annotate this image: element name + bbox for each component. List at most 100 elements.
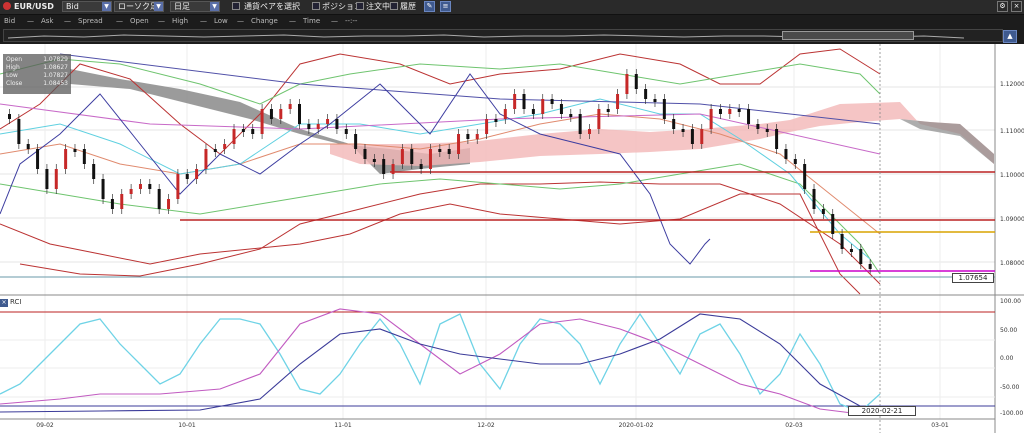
orders-checkbox[interactable] bbox=[356, 2, 364, 10]
candle bbox=[232, 129, 236, 144]
candle bbox=[522, 94, 526, 109]
candle bbox=[840, 234, 844, 249]
candle bbox=[644, 89, 648, 99]
candle bbox=[625, 74, 629, 94]
candle bbox=[45, 169, 49, 189]
close-icon[interactable]: × bbox=[0, 299, 8, 307]
candle bbox=[700, 129, 704, 144]
quote-legend: Bid — Ask — Spread — Open — High — Low — Change — Time… bbox=[0, 15, 1024, 27]
legend-item-time: Time bbox=[303, 17, 321, 25]
navigator-bar[interactable] bbox=[3, 29, 1003, 42]
gear-icon[interactable]: ⚙ bbox=[997, 1, 1008, 12]
date-tick-label: 12-02 bbox=[477, 422, 495, 429]
history-checkbox[interactable] bbox=[390, 2, 398, 10]
close-icon[interactable]: × bbox=[1011, 1, 1022, 12]
candle bbox=[438, 149, 442, 152]
date-tick-label: 2020-01-02 bbox=[618, 422, 654, 429]
ohlc-value: 1.07829 bbox=[43, 56, 68, 63]
legend-item-bid: Bid bbox=[4, 17, 16, 25]
candle bbox=[54, 169, 58, 189]
currency-pair-label[interactable]: EUR/USD bbox=[14, 1, 54, 12]
price-tick-label: 1.12000 bbox=[1000, 81, 1024, 88]
cursor-date-label: 2020-02-21 bbox=[848, 406, 916, 416]
candle bbox=[690, 129, 694, 144]
timeframe-select[interactable]: 日足 ▼ bbox=[170, 1, 220, 12]
chevron-down-icon: ▼ bbox=[210, 2, 219, 11]
chart-area[interactable]: Open 1.07829 High 1.08627 Low 1.07827 Close 1.0… bbox=[0, 44, 1024, 433]
legend-dash: — bbox=[116, 17, 123, 25]
price-tick-label: 1.09000 bbox=[1000, 216, 1024, 223]
candle bbox=[138, 184, 142, 189]
candle bbox=[756, 124, 760, 129]
candle bbox=[288, 104, 292, 109]
candle bbox=[241, 129, 245, 132]
ohlc-row-open: Open 1.07829 bbox=[6, 56, 68, 64]
candle bbox=[251, 129, 255, 134]
candle bbox=[195, 169, 199, 179]
candle bbox=[494, 119, 498, 122]
price-tick-label: 1.08000 bbox=[1000, 260, 1024, 267]
bollinger-lower bbox=[0, 193, 861, 295]
candle bbox=[531, 109, 535, 114]
rci-title: RCI bbox=[10, 298, 22, 306]
candle bbox=[167, 199, 171, 209]
price-type-value: Bid bbox=[66, 2, 79, 11]
date-tick-label: 02-03 bbox=[785, 422, 803, 429]
flag-icon bbox=[3, 2, 11, 10]
candle bbox=[634, 74, 638, 89]
ohlc-value: 1.07827 bbox=[43, 72, 68, 79]
legend-item-open: Open bbox=[130, 17, 149, 25]
candle bbox=[541, 99, 545, 114]
cloud-bear-future bbox=[900, 119, 994, 164]
candle bbox=[372, 159, 376, 162]
price-type-select[interactable]: Bid ▼ bbox=[62, 1, 112, 12]
candle bbox=[672, 119, 676, 129]
current-price-label: 1.07654 bbox=[952, 273, 994, 283]
chevron-down-icon: ▼ bbox=[154, 2, 163, 11]
candle bbox=[466, 134, 470, 139]
legend-item-high: High bbox=[172, 17, 189, 25]
link-pair-checkbox[interactable] bbox=[232, 2, 240, 10]
bollinger-lower-2 bbox=[19, 181, 881, 285]
ohlc-value: 1.08453 bbox=[43, 80, 68, 87]
indicator-icon[interactable]: ≡ bbox=[440, 1, 451, 12]
rci-header: × RCI bbox=[0, 297, 21, 307]
navigator-scroll-button[interactable]: ▲ bbox=[1003, 30, 1017, 43]
candle bbox=[120, 194, 124, 209]
candle bbox=[747, 109, 751, 124]
candle bbox=[8, 114, 11, 119]
candle bbox=[382, 159, 386, 174]
candle bbox=[419, 164, 423, 169]
chevron-down-icon: ▼ bbox=[102, 2, 111, 11]
candle bbox=[26, 144, 30, 149]
candle bbox=[718, 109, 722, 114]
ohlc-label: Low bbox=[6, 72, 18, 79]
candle bbox=[316, 124, 320, 129]
lagging-span bbox=[0, 73, 711, 265]
candle bbox=[391, 164, 395, 174]
candle bbox=[812, 189, 816, 209]
candle bbox=[821, 209, 825, 214]
ohlc-row-close: Close 1.08453 bbox=[6, 80, 68, 88]
candle bbox=[709, 109, 713, 129]
legend-item-low: Low bbox=[214, 17, 228, 25]
candle bbox=[92, 164, 96, 179]
candle bbox=[784, 149, 788, 159]
candle bbox=[428, 149, 432, 169]
legend-dash: — bbox=[289, 17, 296, 25]
candle bbox=[662, 99, 666, 119]
link-pair-label: 通貨ペアを選択 bbox=[244, 2, 300, 11]
rci-tick-label: 0.00 bbox=[1000, 355, 1014, 362]
chart-type-select[interactable]: ローソク足 ▼ bbox=[114, 1, 164, 12]
candle bbox=[447, 149, 451, 154]
position-checkbox[interactable] bbox=[312, 2, 320, 10]
candle bbox=[335, 119, 339, 129]
candle bbox=[185, 174, 189, 179]
candle bbox=[176, 174, 180, 199]
navigator-window[interactable] bbox=[782, 31, 914, 40]
legend-dash: — bbox=[64, 17, 71, 25]
candle bbox=[793, 159, 797, 164]
candle bbox=[559, 104, 563, 114]
candle bbox=[606, 109, 610, 112]
draw-tool-icon[interactable]: ✎ bbox=[424, 1, 435, 12]
